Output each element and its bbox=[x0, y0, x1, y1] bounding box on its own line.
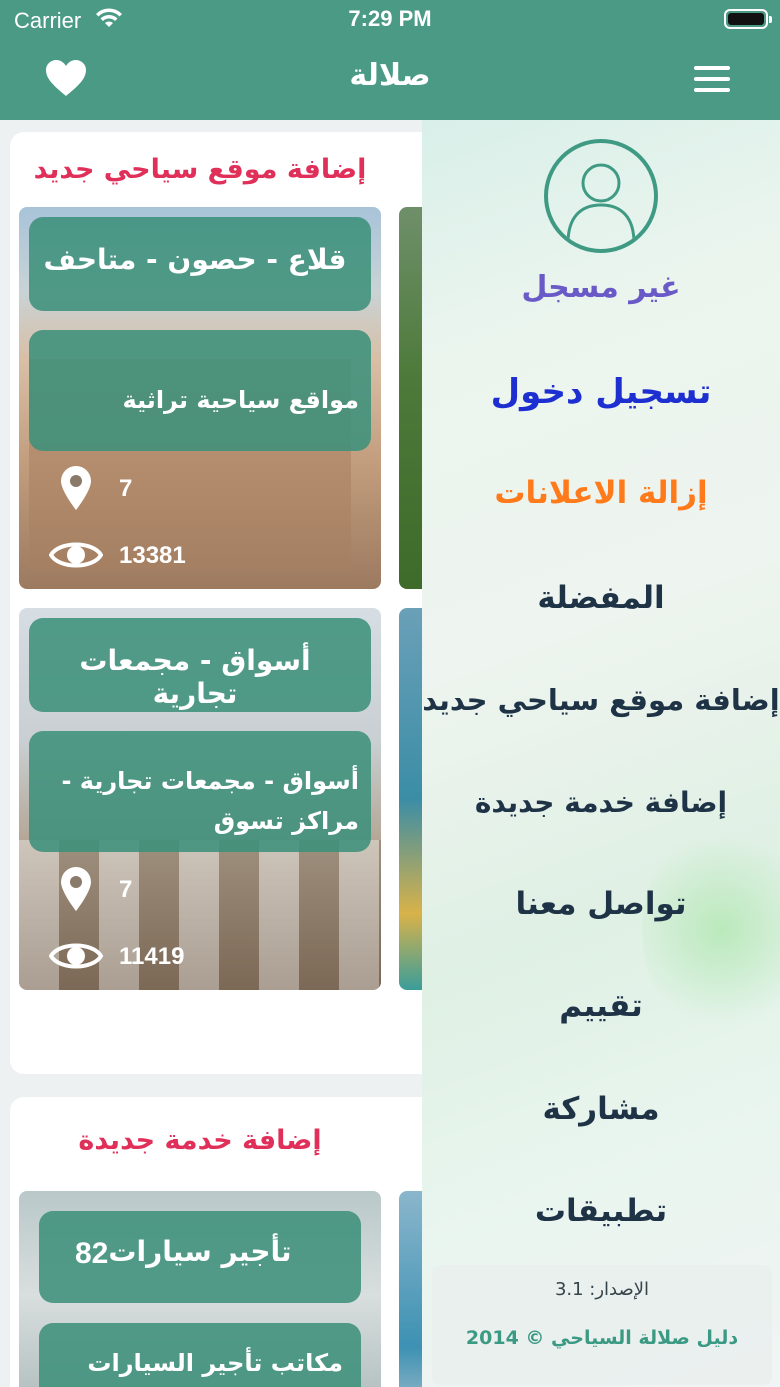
apps-menu-item[interactable]: تطبيقات bbox=[422, 1193, 780, 1229]
location-pin-icon bbox=[59, 866, 93, 916]
add-service-menu-item[interactable]: إضافة خدمة جديدة bbox=[422, 786, 780, 819]
service-card[interactable]: تأجير سيارات 82 مكاتب تأجير السيارات أو bbox=[19, 1191, 381, 1387]
card-description: أسواق - مجمعات تجارية - مراكز تسوق bbox=[29, 731, 371, 852]
remove-ads-menu-item[interactable]: إزالة الاعلانات bbox=[422, 475, 780, 511]
service-count: 82 bbox=[75, 1237, 109, 1270]
side-drawer: غير مسجل تسجيل دخول إزالة الاعلانات المف… bbox=[422, 120, 780, 1387]
favorites-menu-item[interactable]: المفضلة bbox=[422, 580, 780, 616]
category-card[interactable]: أسواق - مجمعات تجارية أسواق - مجمعات تجا… bbox=[19, 608, 381, 990]
hamburger-menu-icon[interactable] bbox=[694, 66, 734, 94]
status-bar: Carrier 7:29 PM bbox=[0, 0, 780, 40]
location-count: 7 bbox=[119, 876, 133, 903]
view-count: 11419 bbox=[119, 943, 185, 970]
category-card[interactable]: قلاع - حصون - متاحف مواقع سياحية تراثية … bbox=[19, 207, 381, 589]
card-description: مواقع سياحية تراثية bbox=[29, 330, 371, 451]
avatar-icon[interactable] bbox=[544, 139, 658, 253]
eye-icon bbox=[48, 535, 104, 579]
add-service-link[interactable]: إضافة خدمة جديدة bbox=[10, 1125, 390, 1156]
version-label: الإصدار: 3.1 bbox=[554, 1279, 650, 1300]
card-title: أسواق - مجمعات تجارية bbox=[29, 618, 371, 712]
view-count: 13381 bbox=[119, 542, 186, 569]
card-title: قلاع - حصون - متاحف bbox=[29, 217, 371, 311]
eye-icon bbox=[48, 936, 104, 980]
navigation-bar: صلالة bbox=[0, 40, 780, 120]
status-time: 7:29 PM bbox=[348, 6, 432, 31]
login-menu-item[interactable]: تسجيل دخول bbox=[422, 372, 780, 412]
location-pin-icon bbox=[59, 465, 93, 515]
battery-icon bbox=[724, 9, 772, 29]
rate-menu-item[interactable]: تقييم bbox=[422, 988, 780, 1024]
user-status: غير مسجل bbox=[521, 270, 681, 305]
page-title: صلالة bbox=[349, 58, 431, 93]
share-menu-item[interactable]: مشاركة bbox=[422, 1091, 780, 1127]
add-tourist-site-link[interactable]: إضافة موقع سياحي جديد bbox=[10, 154, 390, 185]
service-description: مكاتب تأجير السيارات أو bbox=[39, 1323, 361, 1387]
add-tourist-site-menu-item[interactable]: إضافة موقع سياحي جديد bbox=[422, 683, 780, 717]
drawer-footer: الإصدار: 3.1 دليل صلالة السياحي © 2014 bbox=[432, 1265, 772, 1385]
location-count: 7 bbox=[119, 475, 133, 502]
copyright-label: دليل صلالة السياحي © 2014 bbox=[465, 1327, 739, 1349]
contact-us-menu-item[interactable]: تواصل معنا bbox=[422, 886, 780, 922]
